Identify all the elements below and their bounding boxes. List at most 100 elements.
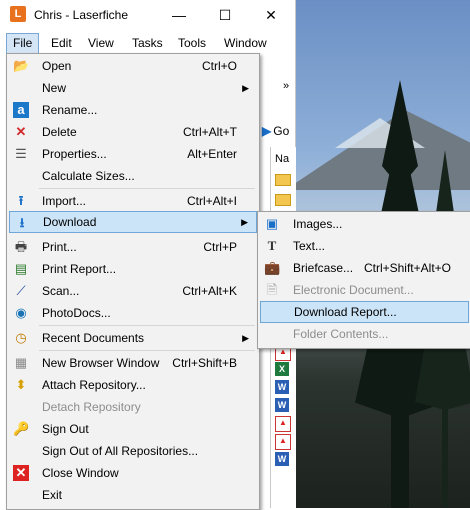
submenu-arrow-icon: ▶ xyxy=(242,83,249,93)
menu-item-label: Attach Repository... xyxy=(42,378,146,392)
menu-item-label: Import... xyxy=(42,194,87,208)
menu-item-download-folder-contents: Folder Contents... xyxy=(260,323,469,345)
briefcase-icon: 💼 xyxy=(264,260,281,275)
minimize-button[interactable]: — xyxy=(156,0,202,30)
menu-item-label: Delete xyxy=(42,125,77,139)
menu-item-download-images[interactable]: ▣ Images... xyxy=(260,213,469,235)
menu-item-recent-documents[interactable]: ◷ Recent Documents ▶ xyxy=(9,327,257,349)
new-window-icon: ▦ xyxy=(14,355,28,370)
menu-item-label: Text... xyxy=(293,239,326,253)
folder-icon[interactable] xyxy=(275,194,291,206)
pdf-document-icon[interactable] xyxy=(275,434,291,450)
menu-item-label: PhotoDocs... xyxy=(42,306,111,320)
rename-icon: a xyxy=(13,102,29,118)
pdf-document-icon[interactable] xyxy=(275,416,291,432)
menu-tasks[interactable]: Tasks xyxy=(126,33,169,53)
menu-item-photodocs[interactable]: ◉ PhotoDocs... xyxy=(9,302,257,324)
folder-icon[interactable] xyxy=(275,174,291,186)
submenu-arrow-icon: ▶ xyxy=(242,333,249,343)
menu-separator xyxy=(39,350,255,351)
menu-item-new[interactable]: New ▶ xyxy=(9,77,257,99)
menu-item-label: Properties... xyxy=(42,147,107,161)
menu-item-label: New xyxy=(42,81,67,95)
toolbar-overflow-chevron[interactable]: » xyxy=(283,80,289,92)
menu-item-label: New Browser Window xyxy=(42,356,160,370)
menu-item-download-text[interactable]: T Text... xyxy=(260,235,469,257)
menu-item-calculate-sizes[interactable]: Calculate Sizes... xyxy=(9,165,257,187)
menu-item-label: Print... xyxy=(42,240,77,254)
menu-item-label: Images... xyxy=(293,217,343,231)
menu-item-attach-repository[interactable]: ⬍ Attach Repository... xyxy=(9,374,257,396)
shortcut-text: Ctrl+P xyxy=(203,240,237,254)
close-window-icon: ✕ xyxy=(13,465,29,481)
go-arrow-icon: ▶ xyxy=(262,124,272,138)
menu-item-label: Print Report... xyxy=(42,262,117,276)
menu-item-open[interactable]: 📂 Open Ctrl+O xyxy=(9,55,257,77)
menu-item-label: Scan... xyxy=(42,284,80,298)
window-title: Chris - Laserfiche xyxy=(34,8,129,22)
go-button[interactable]: ▶ Go xyxy=(262,124,289,138)
menu-item-close-window[interactable]: ✕ Close Window xyxy=(9,462,257,484)
shortcut-text: Ctrl+O xyxy=(201,59,237,73)
menu-bar: File Edit View Tasks Tools Window xyxy=(0,33,295,55)
menu-item-label: Sign Out of All Repositories... xyxy=(42,444,199,458)
shortcut-text: Ctrl+Shift+B xyxy=(172,356,237,370)
menu-item-rename[interactable]: a Rename... xyxy=(9,99,257,121)
menu-item-download-report[interactable]: Download Report... xyxy=(260,301,469,323)
menu-separator xyxy=(39,188,255,189)
menu-item-label: Folder Contents... xyxy=(293,327,389,341)
menu-item-label: Download xyxy=(43,215,97,229)
open-folder-icon: 📂 xyxy=(13,58,30,73)
electronic-document-icon: 🗎 xyxy=(266,282,278,297)
close-button[interactable]: ✕ xyxy=(248,0,294,30)
menu-item-label: Rename... xyxy=(42,103,98,117)
sign-out-icon: 🔑 xyxy=(13,421,30,436)
menu-item-delete[interactable]: ✕ Delete Ctrl+Alt+T xyxy=(9,121,257,143)
menu-item-label: Briefcase... xyxy=(293,261,354,275)
camera-icon: ◉ xyxy=(15,305,27,320)
download-submenu: ▣ Images... T Text... 💼 Briefcase... Ctr… xyxy=(257,211,470,349)
menu-edit[interactable]: Edit xyxy=(45,33,78,53)
menu-item-exit[interactable]: Exit xyxy=(9,484,257,506)
menu-item-download-electronic-document: 🗎 Electronic Document... xyxy=(260,279,469,301)
menu-item-sign-out[interactable]: 🔑 Sign Out xyxy=(9,418,257,440)
excel-document-icon[interactable]: X xyxy=(275,362,289,376)
word-document-icon[interactable]: W xyxy=(275,452,289,466)
shortcut-text: Ctrl+Alt+K xyxy=(182,284,237,298)
menu-item-new-browser-window[interactable]: ▦ New Browser Window Ctrl+Shift+B xyxy=(9,352,257,374)
menu-item-sign-out-all[interactable]: Sign Out of All Repositories... xyxy=(9,440,257,462)
scanner-icon: ⟋ xyxy=(16,283,26,298)
menu-file[interactable]: File xyxy=(6,33,40,55)
printer-icon: 🖶 xyxy=(14,239,28,254)
submenu-arrow-icon: ▶ xyxy=(241,217,248,227)
menu-item-detach-repository: Detach Repository xyxy=(9,396,257,418)
print-report-icon: ▤ xyxy=(14,261,28,276)
menu-item-download[interactable]: ⭳ Download ▶ xyxy=(9,211,257,233)
menu-item-print-report[interactable]: ▤ Print Report... xyxy=(9,258,257,280)
shortcut-text: Ctrl+Alt+T xyxy=(182,125,237,139)
menu-item-label: Electronic Document... xyxy=(293,283,414,297)
menu-item-label: Detach Repository xyxy=(42,400,141,414)
word-document-icon[interactable]: W xyxy=(275,398,289,412)
menu-item-label: Exit xyxy=(42,488,63,502)
menu-item-print[interactable]: 🖶 Print... Ctrl+P xyxy=(9,236,257,258)
menu-item-label: Download Report... xyxy=(294,305,397,319)
title-bar[interactable]: L Chris - Laserfiche — ☐ ✕ xyxy=(0,0,295,30)
laserfiche-logo-icon: L xyxy=(10,6,26,22)
name-column-header[interactable]: Na xyxy=(275,153,289,165)
menu-item-import[interactable]: ⭱ Import... Ctrl+Alt+I xyxy=(9,190,257,212)
menu-item-properties[interactable]: ☰ Properties... Alt+Enter xyxy=(9,143,257,165)
download-arrow-icon: ⭳ xyxy=(19,215,25,230)
shortcut-text: Alt+Enter xyxy=(187,147,237,161)
menu-window[interactable]: Window xyxy=(218,33,273,53)
menu-item-download-briefcase[interactable]: 💼 Briefcase... Ctrl+Shift+Alt+O xyxy=(260,257,469,279)
maximize-button[interactable]: ☐ xyxy=(202,0,248,30)
word-document-icon[interactable]: W xyxy=(275,380,289,394)
menu-view[interactable]: View xyxy=(82,33,120,53)
menu-item-label: Calculate Sizes... xyxy=(42,169,135,183)
attach-repository-icon: ⬍ xyxy=(15,377,27,392)
menu-tools[interactable]: Tools xyxy=(172,33,212,53)
menu-item-scan[interactable]: ⟋ Scan... Ctrl+Alt+K xyxy=(9,280,257,302)
menu-item-label: Sign Out xyxy=(42,422,89,436)
properties-icon: ☰ xyxy=(15,146,27,161)
